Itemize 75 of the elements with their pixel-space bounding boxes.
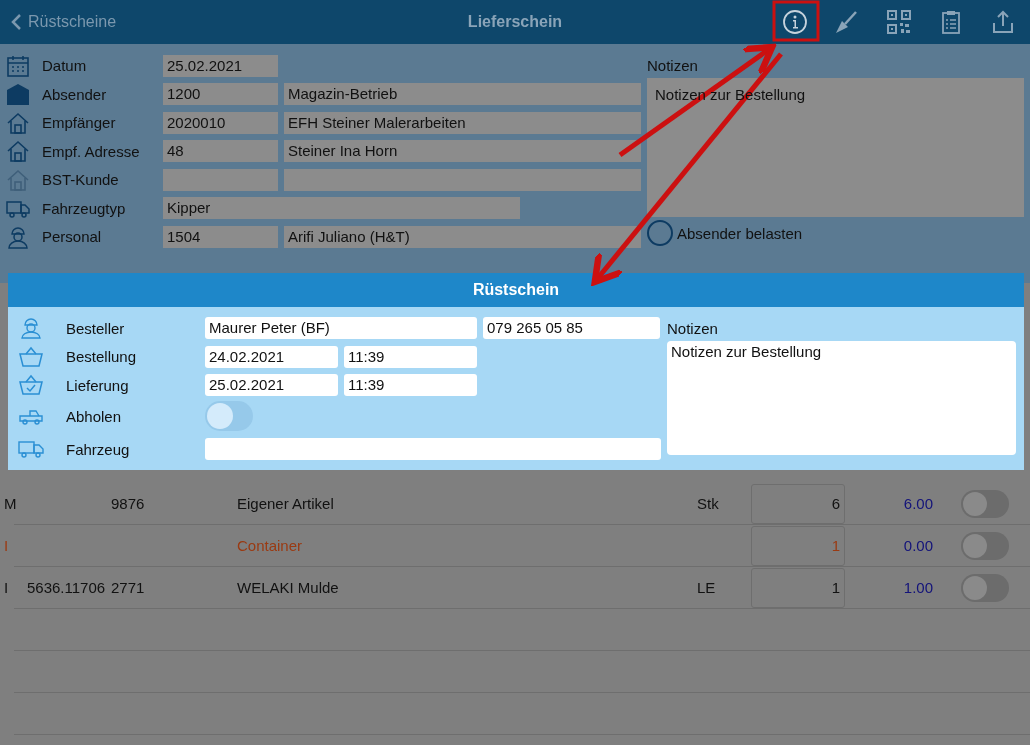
table-cell-text: WELAKI Mulde [237,579,340,596]
field-label: Empf. Adresse [42,142,141,160]
share-icon[interactable] [990,9,1016,35]
table-cell-text: Eigener Artikel [237,495,335,512]
field-label: Abholen [66,407,123,425]
back-button[interactable]: Rüstscheine [10,13,117,31]
field-label: Empfänger [42,114,117,132]
input-field[interactable]: 25.02.2021 [163,54,278,77]
toggle-switch[interactable] [961,573,1009,602]
basket-check-icon [18,374,44,397]
popup-title: Rüstschein [8,273,1024,307]
input-field[interactable]: EFH Steiner Malerarbeiten [284,111,641,134]
field-label: Fahrzeug [66,440,131,458]
house-icon [6,167,30,192]
info-icon[interactable] [782,9,808,35]
input-field[interactable]: 2020010 [163,111,278,134]
screen-title: Lieferschein [467,13,563,31]
table-cell-text: 5636.11706 [27,579,107,596]
chevron-left-icon [10,13,22,31]
input-field[interactable]: 1200 [163,83,278,106]
field-label: Absender [42,85,108,103]
input-field[interactable]: Arifi Juliano (H&T) [284,225,641,248]
toggle-switch[interactable] [205,401,253,431]
input-field[interactable] [163,168,278,191]
input-field[interactable]: 11:39 [344,345,477,368]
truck-icon [18,438,44,460]
radio-button[interactable] [647,220,673,246]
quantity-field[interactable]: 6 [751,483,845,524]
worker-icon [18,317,44,340]
toggle-switch[interactable] [961,531,1009,560]
field-label: Fahrzeugtyp [42,199,127,217]
trowel-icon[interactable] [834,9,860,35]
notes-label: Notizen [647,56,699,76]
table-cell: M [4,495,17,512]
field-label: Besteller [66,319,126,337]
table-cell-text: 2771 [111,579,146,596]
input-field[interactable]: 079 265 05 85 [483,317,660,340]
field-label: Datum [42,57,88,75]
worker-icon [6,224,30,249]
input-field[interactable] [284,168,641,191]
notes-field[interactable]: Notizen zur Bestellung [667,341,1016,455]
input-field[interactable]: Magazin-Betrieb [284,83,641,106]
table-cell-text: LE [697,579,717,596]
input-field[interactable]: 25.02.2021 [205,374,338,397]
input-field[interactable] [205,438,661,460]
house-icon [6,110,30,135]
basket-icon [18,345,44,368]
field-label: Lieferung [66,376,130,394]
input-field[interactable]: Maurer Peter (BF) [205,317,477,340]
input-field[interactable]: Steiner Ina Horn [284,140,641,163]
field-label: Personal [42,228,103,246]
input-field[interactable]: 1504 [163,225,278,248]
qr-code-icon[interactable] [886,9,912,35]
toggle-switch[interactable] [961,489,1009,518]
table-cell-text: 0.00 [902,537,933,554]
table-cell-text: Container [237,537,304,554]
input-field[interactable]: 48 [163,140,278,163]
warehouse-icon [6,82,30,107]
table-cell-text: 1.00 [902,579,933,596]
field-label: BST-Kunde [42,171,120,189]
table-cell-text: Stk [697,495,720,512]
input-field[interactable]: 11:39 [344,374,477,397]
highlight-frame [772,0,820,42]
table-cell-text: 6.00 [902,495,933,512]
notes-label: Notizen [667,319,719,339]
house-icon [6,139,30,164]
quantity-field[interactable]: 1 [751,567,845,608]
input-field[interactable]: 24.02.2021 [205,345,338,368]
table-cell: I [4,579,9,596]
field-label: Bestellung [66,348,138,366]
radio-label: Absender belasten [677,224,803,242]
table-cell: I [4,537,9,554]
table-cell-text: 9876 [111,495,146,512]
input-field[interactable]: Kipper [163,197,520,220]
calendar-icon [6,53,30,78]
